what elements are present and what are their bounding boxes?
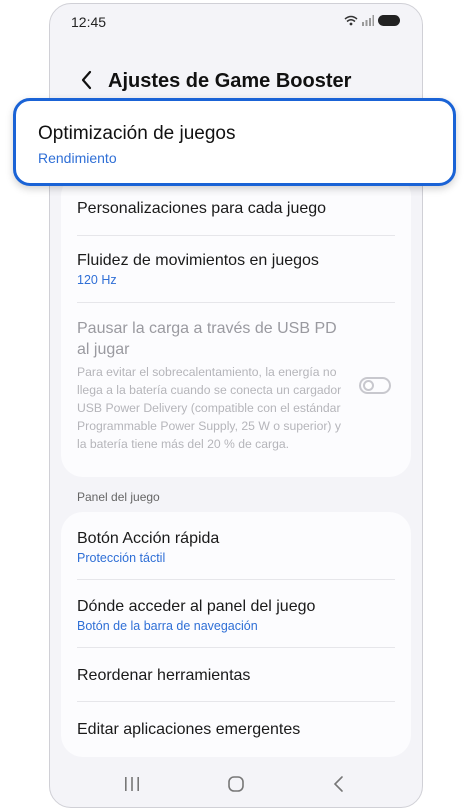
panel-access-label: Dónde acceder al panel del juego xyxy=(77,598,316,615)
settings-card: Personalizaciones para cada juego Fluide… xyxy=(61,174,411,477)
nav-back-icon[interactable] xyxy=(332,775,346,793)
divider xyxy=(77,579,395,580)
game-optimization-value: Rendimiento xyxy=(38,150,117,166)
list-item-pause-charging[interactable]: Pausar la carga a través de USB PD al ju… xyxy=(77,318,347,453)
toggle-knob xyxy=(363,380,374,391)
divider xyxy=(77,302,395,303)
signal-icon xyxy=(362,15,374,26)
home-icon[interactable] xyxy=(227,775,245,793)
smoothness-label: Fluidez de movimientos en juegos xyxy=(77,252,319,269)
navigation-bar xyxy=(50,761,422,807)
list-item-personalizations[interactable]: Personalizaciones para cada juego xyxy=(77,198,395,219)
divider xyxy=(77,235,395,236)
pause-charging-description: Para evitar el sobrecalentamiento, la en… xyxy=(77,365,342,451)
recents-icon[interactable] xyxy=(123,775,141,793)
status-time: 12:45 xyxy=(71,14,107,30)
list-item-reorder-tools[interactable]: Reordenar herramientas xyxy=(77,665,395,686)
status-icons xyxy=(344,15,400,26)
page-title: Ajustes de Game Booster xyxy=(108,70,352,92)
divider xyxy=(77,647,395,648)
section-label-game-panel: Panel del juego xyxy=(77,490,160,504)
list-item-quick-action[interactable]: Botón Acción rápida Protección táctil xyxy=(77,528,395,565)
status-bar: 12:45 xyxy=(50,4,422,38)
quick-action-value: Protección táctil xyxy=(77,551,166,565)
pause-charging-toggle[interactable] xyxy=(359,377,391,394)
game-panel-card: Botón Acción rápida Protección táctil Dó… xyxy=(61,512,411,757)
game-optimization-highlight[interactable]: Optimización de juegos Rendimiento xyxy=(13,98,456,186)
popup-apps-label: Editar aplicaciones emergentes xyxy=(77,721,301,738)
quick-action-label: Botón Acción rápida xyxy=(77,530,220,547)
list-item-panel-access[interactable]: Dónde acceder al panel del juego Botón d… xyxy=(77,596,395,633)
reorder-tools-label: Reordenar herramientas xyxy=(77,667,251,684)
wifi-icon xyxy=(344,15,358,26)
game-optimization-label: Optimización de juegos xyxy=(38,123,236,144)
list-item-smoothness[interactable]: Fluidez de movimientos en juegos 120 Hz xyxy=(77,250,395,287)
divider xyxy=(77,701,395,702)
pause-charging-label: Pausar la carga a través de USB PD al ju… xyxy=(77,320,337,358)
back-arrow-icon[interactable] xyxy=(77,68,97,92)
list-item-popup-apps[interactable]: Editar aplicaciones emergentes xyxy=(77,719,395,740)
panel-access-value: Botón de la barra de navegación xyxy=(77,619,258,633)
smoothness-value: 120 Hz xyxy=(77,273,117,287)
personalizations-label: Personalizaciones para cada juego xyxy=(77,200,327,217)
battery-icon xyxy=(378,15,400,26)
